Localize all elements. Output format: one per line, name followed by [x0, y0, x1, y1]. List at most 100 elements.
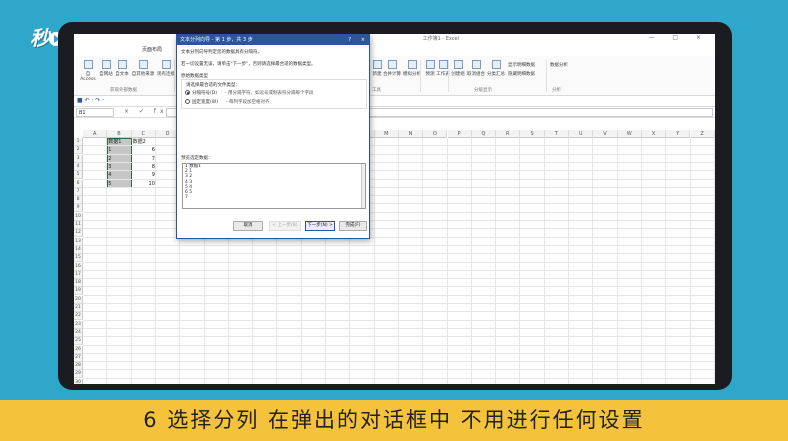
row-header[interactable]: 24 — [74, 328, 83, 337]
row-header[interactable]: 3 — [74, 154, 83, 163]
row-header[interactable]: 18 — [74, 279, 83, 288]
column-header[interactable]: W — [617, 130, 642, 138]
spreadsheet-grid[interactable]: ABCDEFGHIJKLMNOPQRSTUVWXYZ12345678910111… — [74, 130, 715, 384]
column-header[interactable]: R — [496, 130, 521, 138]
row-header[interactable]: 11 — [74, 221, 83, 229]
grid-line — [83, 294, 715, 296]
row-header[interactable]: 9 — [74, 204, 83, 213]
cell-C2[interactable]: 6 — [132, 146, 156, 154]
column-header[interactable]: X — [641, 130, 667, 138]
column-header[interactable]: O — [423, 130, 448, 138]
show-detail-button[interactable]: 显示明细数据 — [508, 62, 546, 68]
row-header[interactable]: 12 — [74, 229, 83, 238]
column-header[interactable]: C — [131, 130, 156, 138]
existing-connections-button[interactable]: 现有连接 — [156, 60, 176, 77]
close-icon[interactable]: × — [361, 35, 365, 45]
column-header[interactable]: N — [398, 130, 424, 138]
preview-scrollbar[interactable] — [361, 164, 365, 208]
row-header[interactable]: 21 — [74, 304, 83, 312]
column-header[interactable]: V — [593, 130, 618, 138]
cell-C5[interactable]: 9 — [132, 171, 156, 179]
row-header[interactable]: 7 — [74, 187, 83, 196]
cell-B1[interactable]: 数据1 — [107, 138, 131, 146]
row-header[interactable]: 14 — [74, 245, 83, 254]
row-header[interactable]: 27 — [74, 353, 83, 362]
data-analysis-button[interactable]: 数据分析 — [550, 62, 580, 68]
cell-B4[interactable]: 3 — [107, 163, 131, 171]
row-header[interactable]: 20 — [74, 295, 83, 304]
hide-detail-button[interactable]: 隐藏明细数据 — [508, 71, 546, 77]
dialog-title: 文本分列向导 - 第 1 步，共 3 步 — [180, 37, 253, 43]
row-header[interactable]: 4 — [74, 162, 83, 171]
name-box[interactable]: B1 — [76, 108, 114, 117]
column-header[interactable]: M — [374, 130, 399, 138]
row-header[interactable]: 15 — [74, 254, 83, 263]
column-header[interactable]: S — [520, 130, 545, 138]
row-header[interactable]: 19 — [74, 287, 83, 296]
row-header[interactable]: 25 — [74, 337, 83, 346]
grid-line — [83, 303, 715, 304]
row-header[interactable]: 26 — [74, 345, 83, 354]
data-preview[interactable]: 1 数据1 2 13 24 35 46 57 — [182, 163, 366, 209]
row-header[interactable]: 8 — [74, 196, 83, 205]
cell-C4[interactable]: 8 — [132, 163, 156, 171]
subtotal-button[interactable]: 分类汇总 — [486, 60, 506, 77]
radio-fixed-width[interactable]: 固定宽度(W) - 每列字段加空格对齐 — [185, 99, 270, 105]
row-header[interactable]: 17 — [74, 270, 83, 279]
column-header[interactable]: T — [544, 130, 569, 138]
quick-access-toolbar[interactable]: ■ ↶ · ↷ · — [74, 96, 715, 106]
row-header[interactable]: 23 — [74, 320, 83, 329]
excel-window: 工作簿1 - Excel — □ × 页面布局 自 Access 自网站 自文本… — [74, 34, 715, 384]
group-tools: 工具 — [372, 88, 381, 93]
radio-delimited[interactable]: 分隔符号(D) - 用分隔字符，如逗号或制表符分隔每个字段 — [185, 90, 314, 96]
column-header[interactable]: P — [447, 130, 472, 138]
from-web-button[interactable]: 自网站 — [98, 60, 114, 77]
column-header[interactable]: A — [83, 130, 108, 138]
formula-icons[interactable]: × ✓ fx — [124, 108, 168, 115]
tab-page-layout[interactable]: 页面布局 — [142, 46, 162, 53]
column-header[interactable]: Y — [666, 130, 691, 138]
consolidate-button[interactable]: 合并计算 — [382, 60, 402, 77]
group-button[interactable]: 创建组 — [450, 60, 466, 77]
cell-B2[interactable]: 1 — [107, 146, 131, 154]
ungroup-button[interactable]: 取消组合 — [466, 60, 486, 77]
cell-C1[interactable]: 数据2 — [132, 138, 156, 146]
column-header[interactable]: B — [107, 130, 132, 138]
forecast-button[interactable]: 预测 — [424, 60, 436, 77]
help-icon[interactable]: ? — [348, 35, 351, 45]
row-header[interactable]: 5 — [74, 171, 83, 180]
column-header[interactable]: Q — [471, 130, 497, 138]
row-header[interactable]: 10 — [74, 212, 83, 221]
back-button[interactable]: < 上一步(B) — [269, 221, 301, 231]
what-if-button[interactable]: 模拟分析 — [402, 60, 422, 77]
row-header[interactable]: 16 — [74, 262, 83, 271]
group-get-external-data: 获取外部数据 — [110, 88, 137, 93]
from-text-button[interactable]: 自文本 — [114, 60, 130, 77]
from-other-button[interactable]: 自其他来源 — [130, 60, 156, 77]
row-header[interactable]: 22 — [74, 312, 83, 321]
row-header[interactable]: 2 — [74, 146, 83, 155]
window-controls[interactable]: — □ × — [648, 34, 709, 41]
from-access-button[interactable]: 自 Access — [78, 60, 98, 82]
cell-C6[interactable]: 10 — [132, 180, 156, 188]
finish-button[interactable]: 完成(F) — [339, 221, 367, 231]
next-button[interactable]: 下一步(N) > — [305, 221, 335, 231]
cell-C3[interactable]: 7 — [132, 155, 156, 163]
row-header[interactable]: 29 — [74, 370, 83, 379]
ribbon: 自 Access 自网站 自文本 自其他来源 现有连接 获取外部数据 新建 合并… — [74, 56, 715, 96]
forecast-icon — [425, 60, 435, 69]
cell-B5[interactable]: 4 — [107, 171, 131, 179]
grid-line — [83, 327, 715, 329]
cancel-button[interactable]: 取消 — [233, 221, 263, 231]
row-header[interactable]: 28 — [74, 362, 83, 371]
column-header[interactable]: U — [569, 130, 594, 138]
cell-B3[interactable]: 2 — [107, 155, 131, 163]
row-header[interactable]: 30 — [74, 378, 83, 384]
column-header[interactable]: Z — [690, 130, 715, 138]
ribbon-separator — [546, 60, 547, 92]
row-header[interactable]: 13 — [74, 237, 83, 246]
row-header[interactable]: 1 — [74, 138, 83, 146]
cell-B6[interactable]: 5 — [107, 180, 131, 188]
row-header[interactable]: 6 — [74, 179, 83, 188]
grid-line — [83, 319, 715, 321]
